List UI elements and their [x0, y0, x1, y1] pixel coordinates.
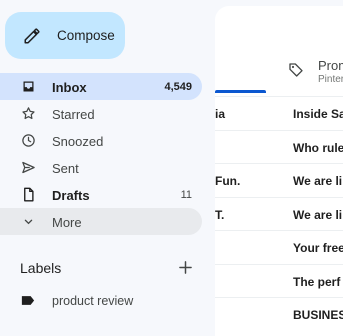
- clock-icon: [22, 134, 35, 147]
- draft-icon: [24, 187, 34, 202]
- email-row[interactable]: ia Inside Sa: [215, 96, 343, 130]
- sidebar-item-label: Starred: [52, 107, 95, 122]
- email-subject: BUSINES: [293, 308, 343, 322]
- sidebar-item-inbox[interactable]: Inbox 4,549: [0, 73, 202, 100]
- main-panel: Prom Pinter ia Inside Sa Who rule Fun. W…: [215, 6, 343, 336]
- email-row[interactable]: BUSINES: [215, 297, 343, 331]
- email-sender: Fun.: [215, 174, 241, 188]
- email-subject: The perf: [293, 274, 341, 289]
- inbox-icon: [23, 81, 34, 92]
- email-list: ia Inside Sa Who rule Fun. We are li T. …: [215, 96, 343, 331]
- pencil-icon: [24, 28, 40, 44]
- email-row[interactable]: Your free: [215, 230, 343, 264]
- sidebar-item-drafts[interactable]: Drafts 11: [0, 181, 202, 208]
- email-subject: Who rule: [293, 140, 343, 155]
- nav-list: Inbox 4,549 Starred Snoozed Sent Drafts …: [0, 73, 202, 235]
- compose-button[interactable]: Compose: [5, 12, 125, 59]
- sidebar-item-label: More: [52, 215, 82, 230]
- email-subject: Inside Sa: [293, 107, 343, 121]
- sidebar-item-label: Inbox: [52, 80, 87, 95]
- compose-label: Compose: [57, 28, 115, 43]
- sidebar-item-label: Sent: [52, 161, 79, 176]
- email-sender: ia: [215, 107, 226, 121]
- tab-promotions-title: Prom: [318, 58, 343, 73]
- sidebar-item-more[interactable]: More: [0, 208, 202, 235]
- drafts-count: 11: [180, 189, 192, 201]
- sidebar-item-label: Snoozed: [52, 134, 104, 149]
- email-sender: T.: [215, 207, 225, 222]
- tag-icon: [289, 63, 303, 77]
- email-row[interactable]: The perf: [215, 263, 343, 298]
- email-row[interactable]: Who rule: [215, 129, 343, 164]
- label-item-label: product review: [52, 294, 134, 308]
- add-label-icon[interactable]: [179, 261, 192, 274]
- email-subject: We are li: [293, 207, 343, 222]
- email-subject: We are li: [293, 174, 343, 188]
- active-tab-indicator: [215, 90, 266, 93]
- label-item-product-review[interactable]: product review: [0, 289, 202, 313]
- inbox-count: 4,549: [164, 81, 192, 93]
- sidebar-item-snoozed[interactable]: Snoozed: [0, 127, 202, 154]
- sidebar-item-label: Drafts: [52, 188, 90, 203]
- tab-promotions-subtitle: Pinter: [318, 74, 343, 85]
- star-icon: [22, 107, 35, 120]
- sidebar-item-starred[interactable]: Starred: [0, 100, 202, 127]
- label-tag-icon: [21, 296, 35, 305]
- chevron-down-icon: [24, 219, 33, 225]
- email-subject: Your free: [293, 241, 343, 255]
- email-row[interactable]: T. We are li: [215, 196, 343, 231]
- email-row[interactable]: Fun. We are li: [215, 163, 343, 197]
- sidebar: Compose Inbox 4,549 Starred Snoozed Sent…: [0, 0, 215, 336]
- labels-heading: Labels: [20, 260, 62, 276]
- send-icon: [22, 161, 35, 174]
- sidebar-item-sent[interactable]: Sent: [0, 154, 202, 181]
